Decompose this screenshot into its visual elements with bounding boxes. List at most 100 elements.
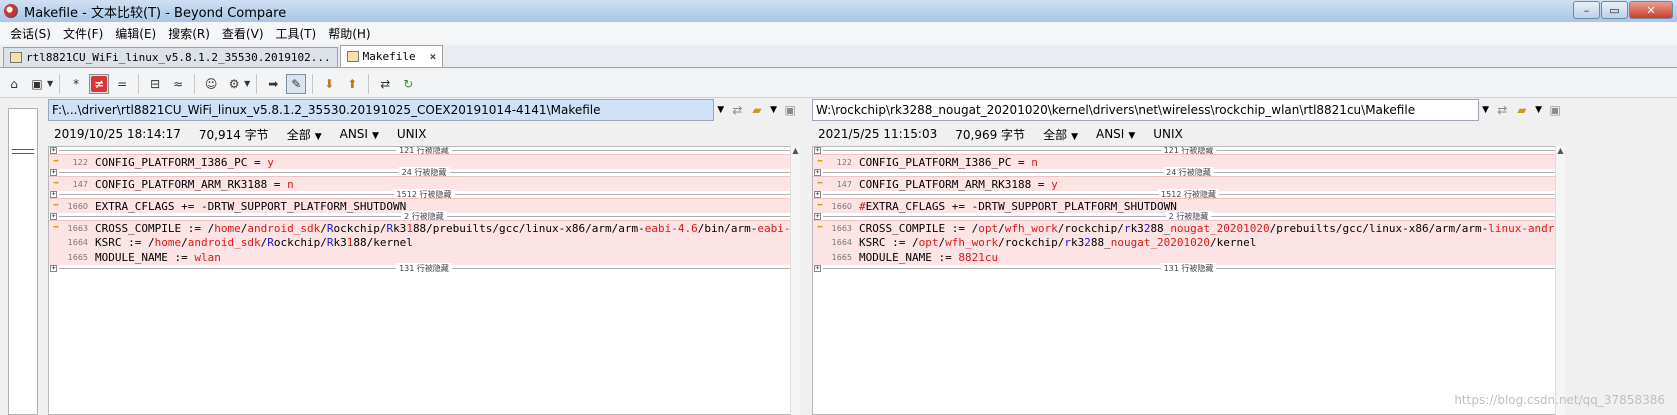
code-diff-segment: n	[1031, 155, 1038, 169]
copy-left-icon[interactable]: ⬅	[817, 157, 830, 167]
star-icon[interactable]: *	[66, 74, 86, 94]
expand-icon[interactable]: +	[814, 169, 821, 176]
left-code-view[interactable]: +121 行被隐藏 ➡ 122 CONFIG_PLATFORM_I386_PC = …	[48, 146, 800, 415]
copy-left-icon[interactable]: ⬅	[817, 179, 830, 189]
save-icon[interactable]: ▣	[780, 101, 800, 119]
diff-line[interactable]: ➡ 1663 CROSS_COMPILE := /home /android_sdk /…	[49, 220, 799, 235]
next-icon[interactable]: ➡	[263, 74, 283, 94]
code-diff-segment: opt	[918, 236, 939, 249]
chevron-down-icon[interactable]: ▼	[714, 105, 728, 115]
diff-line[interactable]: 1664 KSRC := /home/android_sdk/Rockchip/R…	[49, 235, 799, 250]
code-diff-segment: home	[154, 236, 182, 249]
hidden-lines-separator[interactable]: +24 行被隐藏	[49, 167, 799, 178]
right-code-view[interactable]: +121 行被隐藏 ⬅ 122 CONFIG_PLATFORM_I386_PC = …	[812, 146, 1565, 415]
menu-edit[interactable]: 编辑(E)	[109, 25, 162, 42]
menu-tools[interactable]: 工具(T)	[270, 25, 323, 42]
code-segment: CONFIG_PLATFORM_ARM_RK3188 =	[95, 177, 288, 191]
refresh-icon[interactable]: ↻	[398, 74, 418, 94]
overview-diff-mark	[12, 149, 34, 150]
chevron-down-icon[interactable]: ▼	[244, 79, 250, 88]
hidden-lines-separator[interactable]: +121 行被隐藏	[813, 147, 1564, 156]
expand-icon[interactable]: +	[50, 213, 57, 220]
down-arrow-icon[interactable]: ⬇	[319, 74, 339, 94]
right-path-input[interactable]: W:\rockchip\rk3288_nougat_20201020\kerne…	[812, 99, 1479, 121]
scroll-up-icon[interactable]: ▲	[1556, 146, 1565, 155]
code-diff-segment: n	[287, 177, 294, 191]
expand-icon[interactable]: +	[814, 265, 821, 272]
hidden-lines-separator[interactable]: +121 行被隐藏	[49, 147, 799, 156]
tab-folder-compare[interactable]: rtl8821CU_WiFi_linux_v5.8.1.2_35530.2019…	[3, 47, 338, 67]
expand-icon[interactable]: +	[814, 191, 821, 198]
lines-filter[interactable]: 全部 ▼	[287, 126, 322, 143]
up-arrow-icon[interactable]: ⬆	[342, 74, 362, 94]
diff-line[interactable]: 1664 KSRC := /opt/wfh_work/rockchip/rk328…	[813, 235, 1564, 250]
maximize-button[interactable]: ▭	[1601, 1, 1628, 19]
folder-open-icon[interactable]: ▰	[1512, 101, 1532, 119]
diff-overview[interactable]	[8, 108, 38, 415]
hidden-lines-separator[interactable]: +1512 行被隐藏	[813, 189, 1564, 200]
expand-icon[interactable]: +	[50, 265, 57, 272]
show-differences-button[interactable]: ≠	[89, 73, 110, 94]
encoding-select[interactable]: ANSI ▼	[340, 127, 379, 141]
hidden-lines-separator[interactable]: +131 行被隐藏	[813, 263, 1564, 274]
copy-right-icon[interactable]: ➡	[53, 223, 66, 233]
left-vertical-scrollbar[interactable]: ▲	[790, 146, 800, 415]
save-icon[interactable]: ▣	[1545, 101, 1565, 119]
empty-area	[813, 272, 1564, 410]
user-icon[interactable]: ☺	[201, 74, 221, 94]
equal-icon[interactable]: =	[112, 74, 132, 94]
menu-file[interactable]: 文件(F)	[57, 25, 109, 42]
rules-icon[interactable]: ⚙	[224, 74, 244, 94]
menu-view[interactable]: 查看(V)	[216, 25, 270, 42]
folder-open-icon[interactable]: ▰	[747, 101, 767, 119]
minor-diff-icon[interactable]: ⊟	[145, 74, 165, 94]
menu-search[interactable]: 搜索(R)	[162, 25, 216, 42]
expand-icon[interactable]: +	[50, 169, 57, 176]
diff-line[interactable]: ⬅ 1663 CROSS_COMPILE := /opt/wfh_work/rock…	[813, 220, 1564, 235]
minimize-button[interactable]: –	[1573, 1, 1600, 19]
line-ending[interactable]: UNIX	[1153, 127, 1183, 141]
approx-icon[interactable]: ≈	[168, 74, 188, 94]
copy-right-icon[interactable]: ➡	[53, 201, 66, 211]
menu-help[interactable]: 帮助(H)	[322, 25, 376, 42]
hidden-lines-separator[interactable]: +2 行被隐藏	[49, 211, 799, 222]
chevron-down-icon[interactable]: ▼	[47, 79, 53, 88]
hidden-lines-separator[interactable]: +24 行被隐藏	[813, 167, 1564, 178]
left-path-input[interactable]: F:\...\driver\rtl8821CU_WiFi_linux_v5.8.…	[48, 99, 714, 121]
menu-session[interactable]: 会话(S)	[4, 25, 57, 42]
copy-right-icon[interactable]: ➡	[53, 157, 66, 167]
hidden-lines-separator[interactable]: +131 行被隐藏	[49, 263, 799, 274]
line-ending[interactable]: UNIX	[397, 127, 427, 141]
tab-makefile[interactable]: Makefile ×	[339, 45, 444, 67]
home-icon[interactable]: ⌂	[4, 74, 24, 94]
swap-icon[interactable]: ⇄	[728, 101, 748, 119]
encoding-label: ANSI	[1096, 127, 1125, 141]
expand-icon[interactable]: +	[814, 147, 821, 154]
right-vertical-scrollbar[interactable]: ▲	[1555, 146, 1565, 415]
expand-icon[interactable]: +	[814, 213, 821, 220]
hidden-lines-separator[interactable]: +1512 行被隐藏	[49, 189, 799, 200]
copy-left-icon[interactable]: ⬅	[817, 223, 830, 233]
copy-right-icon[interactable]: ➡	[53, 179, 66, 189]
swap-icon[interactable]: ⇄	[1492, 101, 1512, 119]
line-gutter: ⬅ 1663	[813, 221, 853, 236]
chevron-down-icon[interactable]: ▼	[1479, 105, 1493, 115]
copy-left-icon[interactable]: ⬅	[817, 201, 830, 211]
menu-bar: 会话(S) 文件(F) 编辑(E) 搜索(R) 查看(V) 工具(T) 帮助(H…	[0, 22, 1677, 44]
code-diff-segment: android_sdk	[247, 221, 321, 235]
scroll-up-icon[interactable]: ▲	[791, 146, 800, 155]
lines-filter[interactable]: 全部 ▼	[1043, 126, 1078, 143]
close-button[interactable]: ✕	[1629, 1, 1673, 19]
chevron-down-icon[interactable]: ▼	[767, 105, 781, 115]
encoding-select[interactable]: ANSI ▼	[1096, 127, 1135, 141]
swap-icon[interactable]: ⇄	[375, 74, 395, 94]
tab-close-icon[interactable]: ×	[430, 50, 437, 63]
expand-icon[interactable]: +	[50, 147, 57, 154]
code-diff-segment: home	[214, 221, 241, 235]
hidden-lines-separator[interactable]: +2 行被隐藏	[813, 211, 1564, 222]
expand-icon[interactable]: +	[50, 191, 57, 198]
pane-splitter[interactable]	[800, 98, 812, 415]
edit-icon[interactable]: ✎	[286, 73, 307, 94]
chevron-down-icon[interactable]: ▼	[1532, 105, 1546, 115]
briefcase-icon[interactable]: ▣	[27, 74, 47, 94]
